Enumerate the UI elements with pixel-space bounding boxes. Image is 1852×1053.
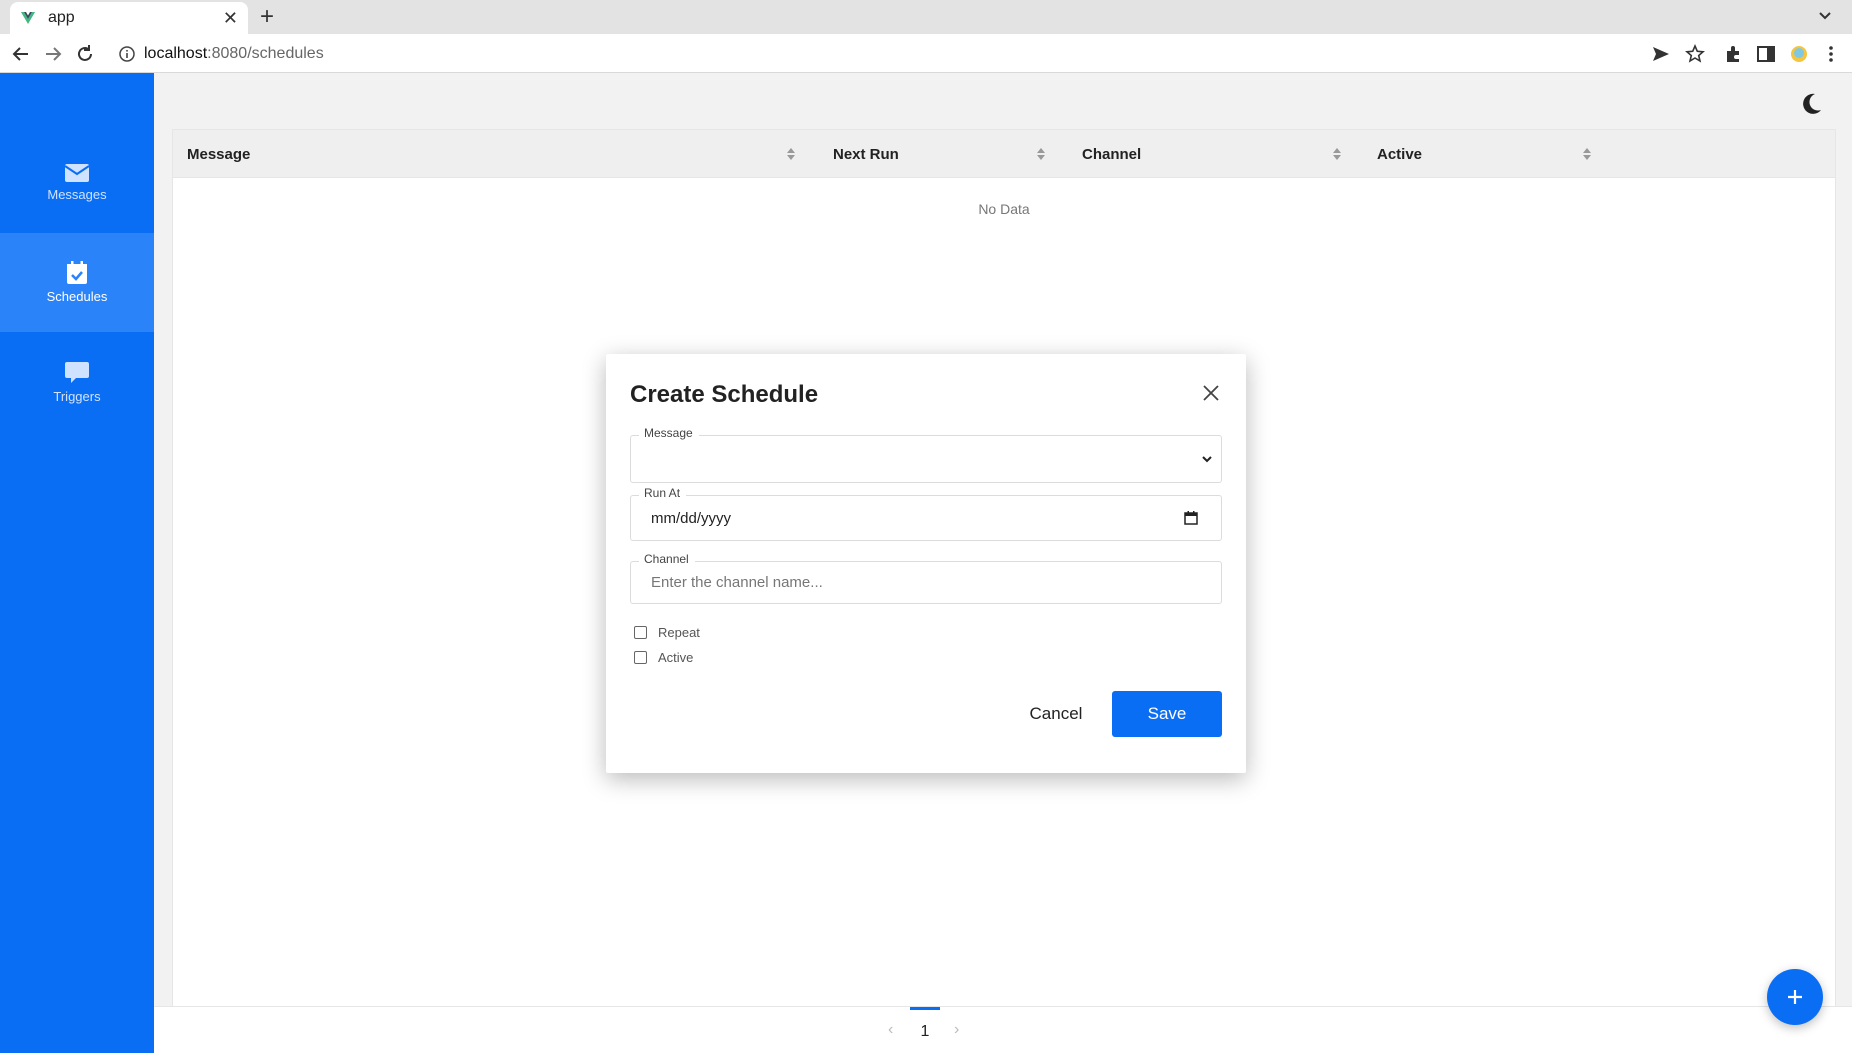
message-label: Message [639, 426, 699, 440]
sort-icon[interactable] [1581, 146, 1593, 162]
tab-search-chevron-icon[interactable] [1816, 6, 1834, 24]
envelope-icon [64, 164, 90, 182]
active-checkbox[interactable]: Active [634, 650, 693, 665]
sidebar: Messages Schedules Triggers [0, 73, 154, 1053]
pagination: ‹ 1 › [154, 1006, 1852, 1053]
run-at-label: Run At [639, 486, 687, 500]
sidebar-item-messages[interactable]: Messages [0, 133, 154, 232]
extensions-puzzle-icon[interactable] [1723, 43, 1745, 65]
url-host: localhost [144, 45, 208, 62]
browser-toolbar: localhost:8080/schedules [0, 34, 1852, 73]
chevron-left-icon[interactable]: ‹ [888, 1021, 893, 1039]
site-info-icon[interactable] [118, 45, 136, 63]
chevron-right-icon[interactable]: › [954, 1021, 959, 1039]
plus-icon [1788, 990, 1802, 1004]
chevron-down-icon [1202, 456, 1212, 463]
sidebar-item-schedules[interactable]: Schedules [0, 233, 154, 332]
browser-tab[interactable]: app ✕ [10, 2, 248, 34]
send-icon[interactable] [1650, 43, 1672, 65]
profile-avatar-icon[interactable] [1788, 43, 1810, 65]
sort-icon[interactable] [1035, 146, 1047, 162]
column-header-active[interactable]: Active [1377, 130, 1422, 178]
dialog-title: Create Schedule [630, 381, 819, 408]
run-at-date-input[interactable]: Run At mm/dd/yyyy [630, 486, 1222, 541]
vue-logo-icon [21, 12, 35, 24]
sort-icon[interactable] [1331, 146, 1343, 162]
column-header-channel[interactable]: Channel [1082, 130, 1141, 178]
empty-table-text: No Data [978, 201, 1030, 217]
close-icon[interactable] [1202, 384, 1220, 402]
close-tab-icon[interactable]: ✕ [223, 8, 238, 29]
dark-mode-moon-icon[interactable] [1798, 91, 1824, 117]
chat-bubble-icon [65, 362, 89, 383]
channel-label: Channel [639, 552, 695, 566]
address-bar[interactable]: localhost:8080/schedules [118, 42, 324, 66]
table-header: Message Next Run Channel Active [173, 130, 1835, 178]
new-tab-icon[interactable]: + [260, 4, 274, 30]
calendar-picker-icon[interactable] [1183, 510, 1199, 526]
sidebar-item-label: Triggers [53, 389, 101, 404]
add-schedule-button[interactable] [1767, 969, 1823, 1025]
sidebar-item-label: Schedules [46, 289, 108, 304]
back-arrow-icon[interactable] [10, 43, 32, 65]
sidebar-item-triggers[interactable]: Triggers [0, 333, 154, 432]
browser-menu-icon[interactable] [1820, 43, 1842, 65]
save-button[interactable]: Save [1112, 691, 1222, 737]
create-schedule-dialog: Create Schedule Message Run At mm/dd/yyy… [606, 354, 1246, 773]
sort-icon[interactable] [785, 146, 797, 162]
cancel-button[interactable]: Cancel [1010, 691, 1102, 737]
repeat-checkbox[interactable]: Repeat [634, 625, 700, 640]
channel-field[interactable]: Channel Enter the channel name... [630, 552, 1222, 604]
repeat-label: Repeat [658, 625, 700, 640]
channel-placeholder: Enter the channel name... [651, 574, 823, 591]
reload-icon[interactable] [74, 43, 96, 65]
browser-tab-title: app [48, 9, 75, 26]
column-header-next-run[interactable]: Next Run [833, 130, 899, 178]
message-select[interactable]: Message [630, 426, 1222, 483]
forward-arrow-icon[interactable] [42, 43, 64, 65]
calendar-check-icon [67, 261, 87, 284]
column-header-message[interactable]: Message [187, 130, 250, 178]
checkbox-box[interactable] [634, 626, 647, 639]
bookmark-star-icon[interactable] [1684, 43, 1706, 65]
page-number[interactable]: 1 [910, 1007, 940, 1053]
checkbox-box[interactable] [634, 651, 647, 664]
side-panel-icon[interactable] [1755, 43, 1777, 65]
active-label: Active [658, 650, 694, 665]
sidebar-item-label: Messages [47, 187, 107, 202]
run-at-value: mm/dd/yyyy [651, 510, 732, 527]
browser-tab-bar: app ✕ + [0, 0, 1852, 34]
url-path: :8080/schedules [207, 45, 324, 62]
